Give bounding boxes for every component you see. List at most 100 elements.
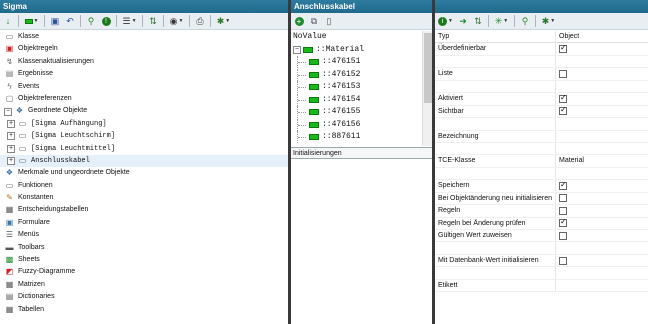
- property-row: TCE-Klasse Material: [435, 155, 648, 168]
- property-value[interactable]: [556, 56, 648, 67]
- tree-item-label: Menüs: [18, 231, 40, 239]
- tree-item[interactable]: ▦ Tabellen: [0, 304, 288, 316]
- property-name: [435, 267, 556, 279]
- undo-icon[interactable]: ↶: [64, 15, 76, 27]
- property-checkbox[interactable]: [559, 256, 567, 265]
- chevron-down-icon: ▼: [178, 18, 184, 24]
- print-icon[interactable]: ⎙: [194, 15, 206, 27]
- tree-item[interactable]: ▣ Objektregeln: [0, 43, 288, 55]
- property-value-cell: [556, 43, 648, 54]
- list-dropdown[interactable]: ☰ ▼: [121, 15, 138, 27]
- property-checkbox[interactable]: [559, 93, 567, 103]
- forward-icon[interactable]: ➜: [457, 15, 469, 27]
- menu-icon: ☰: [5, 230, 14, 240]
- tree-item[interactable]: + ▭ Anschlusskabel: [0, 154, 288, 168]
- tree-item[interactable]: ◩ Fuzzy-Diagramme: [0, 266, 288, 278]
- tree-item[interactable]: ▣ Formulare: [0, 217, 288, 229]
- debug-dropdown[interactable]: ✱ ▼: [540, 15, 557, 27]
- tree-item[interactable]: ☰ Menüs: [0, 229, 288, 241]
- collapse-icon[interactable]: −: [4, 107, 12, 116]
- property-checkbox[interactable]: [559, 194, 567, 203]
- property-value[interactable]: [556, 280, 648, 291]
- tree-item[interactable]: ❖ Merkmale und ungeordnete Objekte: [0, 167, 288, 179]
- tree-item[interactable]: ϟ Events: [0, 81, 288, 93]
- tree-item[interactable]: ▦ Entscheidungstabellen: [0, 204, 288, 216]
- add-icon[interactable]: +: [293, 15, 305, 27]
- tree-item[interactable]: ▤ Ergebnisse: [0, 68, 288, 80]
- view-dropdown[interactable]: ◉ ▼: [168, 15, 185, 27]
- value-list-item[interactable]: −::Material: [291, 44, 419, 57]
- property-checkbox[interactable]: [559, 70, 567, 79]
- property-checkbox[interactable]: [559, 206, 567, 215]
- sort-icon[interactable]: ⇅: [472, 15, 484, 27]
- tree-item[interactable]: + ▭ [Sigma Leuchtmittel]: [0, 143, 288, 155]
- tree-item[interactable]: ▬ Toolbars: [0, 242, 288, 254]
- tree-item[interactable]: − ❖ Geordnete Objekte: [0, 105, 288, 117]
- new-item-dropdown[interactable]: ▼: [23, 15, 40, 27]
- value-list-item[interactable]: ::887611: [291, 131, 419, 144]
- vertical-scrollbar[interactable]: [422, 31, 432, 146]
- value-list-item[interactable]: ::476152: [291, 68, 419, 82]
- property-row: Bezeichnung: [435, 130, 648, 143]
- tree-item[interactable]: ▦ Matrizen: [0, 279, 288, 291]
- tree-item[interactable]: ▩ Sheets: [0, 254, 288, 266]
- property-value[interactable]: [556, 143, 648, 154]
- property-value[interactable]: [556, 118, 648, 129]
- expand-icon[interactable]: +: [7, 157, 15, 166]
- property-checkbox[interactable]: [559, 43, 567, 54]
- info-icon: i: [438, 16, 448, 26]
- tree-item-label: Klasse: [18, 33, 40, 40]
- save-icon[interactable]: ▣: [49, 15, 61, 27]
- alert-icon[interactable]: !: [100, 15, 112, 27]
- value-list-item[interactable]: NoValue: [291, 31, 419, 44]
- search-icon[interactable]: ⚲: [519, 15, 531, 27]
- property-checkbox[interactable]: [559, 180, 567, 190]
- property-name: TCE-Klasse: [435, 155, 556, 167]
- property-value[interactable]: [556, 242, 648, 253]
- property-checkbox[interactable]: [559, 105, 567, 116]
- property-value[interactable]: [556, 168, 648, 179]
- info-dropdown[interactable]: i ▼: [437, 15, 454, 27]
- tree-connector: [297, 118, 307, 131]
- property-checkbox[interactable]: [559, 217, 567, 228]
- tree-item[interactable]: ▭ Funktionen: [0, 180, 288, 192]
- tree-item[interactable]: ✎ Konstanten: [0, 192, 288, 204]
- grid-header: Typ Object: [435, 31, 648, 44]
- arrow-down-icon[interactable]: ↓: [2, 15, 14, 27]
- panel-title: Sigma: [0, 0, 288, 13]
- value-list-item[interactable]: ::476155: [291, 106, 419, 119]
- property-value[interactable]: [556, 81, 648, 92]
- copy-icon[interactable]: ⧉: [308, 15, 320, 27]
- sort-icon[interactable]: ⇅: [147, 15, 159, 27]
- reference-icon: ▢: [5, 93, 14, 103]
- search-icon[interactable]: ⚲: [85, 15, 97, 27]
- property-name: Bezeichnung: [435, 130, 556, 142]
- property-value[interactable]: Material: [556, 155, 648, 166]
- tree-item[interactable]: ↯ Klassenaktualisierungen: [0, 56, 288, 68]
- tree-item[interactable]: ▭ Klasse: [0, 31, 288, 43]
- expand-icon[interactable]: +: [7, 144, 15, 153]
- tree-item-label: Ergebnisse: [18, 70, 54, 78]
- settings-dropdown[interactable]: ✳ ▼: [493, 15, 510, 27]
- property-checkbox[interactable]: [559, 231, 567, 240]
- tree-item[interactable]: + ▭ [Sigma Aufhängung]: [0, 118, 288, 130]
- tree-item[interactable]: ▤ Dictionaries: [0, 291, 288, 303]
- value-list-item[interactable]: ::476153: [291, 81, 419, 94]
- value-list-item[interactable]: ::476154: [291, 93, 419, 107]
- value-list-item[interactable]: ::476151: [291, 56, 419, 69]
- collapse-icon[interactable]: −: [293, 45, 301, 54]
- tree-item[interactable]: ▢ Objektreferenzen: [0, 93, 288, 105]
- expand-icon[interactable]: +: [7, 119, 15, 128]
- tree-item-label: Funktionen: [18, 181, 53, 189]
- initializations-header[interactable]: Initialisierungen: [291, 147, 432, 159]
- tree-item[interactable]: + ▭ [Sigma Leuchtschirm]: [0, 130, 288, 142]
- debug-dropdown[interactable]: ✱ ▼: [215, 15, 232, 27]
- property-value[interactable]: [556, 267, 648, 278]
- value-list-item[interactable]: ::476156: [291, 118, 419, 132]
- expand-icon[interactable]: +: [7, 132, 15, 141]
- delete-icon[interactable]: ▯: [323, 15, 335, 27]
- features-icon: ❖: [5, 168, 14, 178]
- property-value[interactable]: [556, 131, 648, 142]
- right-toolbar: i ▼ ➜ ⇅ ✳ ▼ ⚲ ✱ ▼: [435, 13, 648, 30]
- scrollbar-thumb[interactable]: [424, 33, 432, 103]
